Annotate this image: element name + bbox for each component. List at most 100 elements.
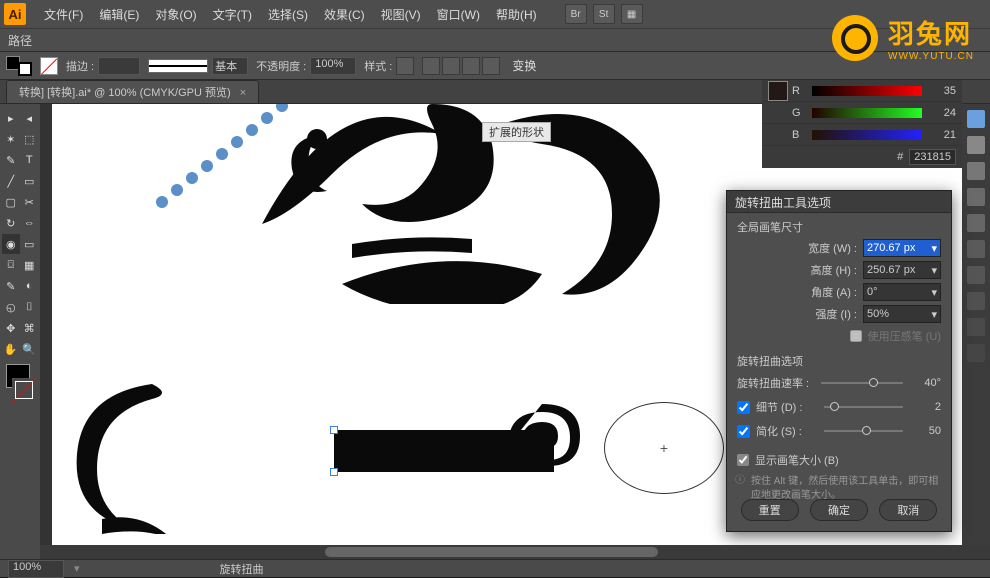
tool-pen[interactable]: ✎ — [2, 150, 20, 170]
menu-edit[interactable]: 编辑(E) — [91, 6, 147, 23]
watermark-text-en: WWW.YUTU.CN — [888, 51, 974, 62]
intensity-field[interactable]: 50%▾ — [863, 305, 941, 323]
detail-checkbox[interactable] — [737, 401, 750, 414]
menu-file[interactable]: 文件(F) — [36, 6, 91, 23]
menu-view[interactable]: 视图(V) — [373, 6, 429, 23]
r-slider[interactable] — [812, 86, 922, 96]
tool-wand[interactable]: ✶ — [2, 129, 20, 149]
fill-stroke-swatch[interactable] — [6, 56, 32, 76]
tool-scale[interactable]: ⇔ — [21, 213, 39, 233]
menu-window[interactable]: 窗口(W) — [429, 6, 488, 23]
tool-eyedropper[interactable]: ◵ — [2, 297, 20, 317]
r-value[interactable]: 35 — [928, 85, 956, 97]
detail-slider[interactable] — [824, 406, 903, 408]
hex-value[interactable]: 231815 — [909, 149, 956, 165]
fill-stroke-control[interactable] — [2, 360, 38, 404]
dock-stroke-icon[interactable] — [967, 214, 985, 232]
rate-slider[interactable] — [821, 382, 903, 384]
tool-type[interactable]: T — [21, 150, 39, 170]
document-tab[interactable]: 转换] [转换].ai* @ 100% (CMYK/GPU 预览) × — [6, 80, 259, 103]
menu-select[interactable]: 选择(S) — [260, 6, 316, 23]
tool-symbol[interactable]: ✥ — [2, 318, 20, 338]
tool-brush[interactable]: ▢ — [2, 192, 20, 212]
dock-graphic-styles-icon[interactable] — [967, 292, 985, 310]
menu-help[interactable]: 帮助(H) — [488, 6, 545, 23]
stock-icon[interactable]: St — [593, 4, 615, 24]
transform-button[interactable]: 变换 — [508, 57, 540, 74]
tool-line[interactable]: ╱ — [2, 171, 20, 191]
menu-effect[interactable]: 效果(C) — [316, 6, 373, 23]
height-field[interactable]: 250.67 px▾ — [863, 261, 941, 279]
dock-appearance-icon[interactable] — [967, 266, 985, 284]
stroke-width-field[interactable] — [98, 57, 140, 75]
angle-field[interactable]: 0°▾ — [863, 283, 941, 301]
tool-free[interactable]: ▭ — [21, 234, 39, 254]
opacity-field[interactable]: 100% — [310, 57, 356, 75]
tool-mesh[interactable]: ✎ — [2, 276, 20, 296]
tool-rotate[interactable]: ↻ — [2, 213, 20, 233]
g-label: G — [792, 107, 806, 119]
detail-value[interactable]: 2 — [909, 401, 941, 413]
color-panel-swatch[interactable] — [768, 81, 788, 101]
dock-artboards-icon[interactable] — [967, 344, 985, 362]
simplify-value[interactable]: 50 — [909, 425, 941, 437]
tool-gradient[interactable]: ◐ — [21, 276, 39, 296]
tool-graph[interactable]: ⌘ — [21, 318, 39, 338]
selected-rectangle[interactable] — [334, 430, 554, 472]
simplify-slider[interactable] — [824, 430, 903, 432]
stroke-profile-preview[interactable] — [148, 59, 208, 73]
tool-perspective[interactable]: ▦ — [21, 255, 39, 275]
tool-direct[interactable]: ◂ — [21, 108, 39, 128]
reset-button[interactable]: 重置 — [741, 499, 799, 521]
arrange-icon[interactable]: ▦ — [621, 4, 643, 24]
align-icon-2[interactable] — [442, 57, 460, 75]
watermark-text-cn: 羽兔网 — [888, 14, 974, 51]
detail-label: 细节 (D) : — [756, 399, 818, 415]
horizontal-scroll-thumb[interactable] — [325, 547, 658, 557]
b-value[interactable]: 21 — [928, 129, 956, 141]
no-fill-swatch[interactable] — [40, 57, 58, 75]
tool-selection[interactable]: ▸ — [2, 108, 20, 128]
tool-panel: ▸ ◂ ✶ ⬚ ✎ T ╱ ▭ ▢ ✂ ↻ ⇔ ◉ ▭ ⌼ ▦ ✎ ◐ ◵ ⌷ … — [0, 104, 40, 559]
hex-label: # — [897, 151, 903, 163]
tool-blend[interactable]: ⌷ — [21, 297, 39, 317]
cancel-button[interactable]: 取消 — [879, 499, 937, 521]
bridge-icon[interactable]: Br — [565, 4, 587, 24]
ok-button[interactable]: 确定 — [810, 499, 868, 521]
status-bar: 100% ▾ 旋转扭曲 — [0, 559, 990, 577]
tool-scissors[interactable]: ✂ — [21, 192, 39, 212]
dock-color-icon[interactable] — [967, 110, 985, 128]
tool-lasso[interactable]: ⬚ — [21, 129, 39, 149]
width-field[interactable]: 270.67 px▾ — [863, 239, 941, 257]
tool-hand[interactable]: ✋ — [2, 339, 20, 359]
dock-swatches-icon[interactable] — [967, 136, 985, 154]
close-tab-icon[interactable]: × — [240, 87, 246, 99]
menu-type[interactable]: 文字(T) — [205, 6, 260, 23]
g-slider[interactable] — [812, 108, 922, 118]
tool-rect[interactable]: ▭ — [21, 171, 39, 191]
g-value[interactable]: 24 — [928, 107, 956, 119]
b-slider[interactable] — [812, 130, 922, 140]
tool-twirl[interactable]: ◉ — [2, 234, 20, 254]
dock-brushes-icon[interactable] — [967, 162, 985, 180]
stroke-profile-select[interactable]: 基本 — [212, 57, 248, 75]
rate-value[interactable]: 40° — [909, 377, 941, 389]
zoom-field[interactable]: 100% — [8, 560, 64, 578]
align-icon-3[interactable] — [462, 57, 480, 75]
dialog-title: 旋转扭曲工具选项 — [727, 191, 951, 213]
align-icon-1[interactable] — [422, 57, 440, 75]
dock-transparency-icon[interactable] — [967, 318, 985, 336]
horizontal-scrollbar[interactable] — [40, 545, 990, 559]
align-icon-4[interactable] — [482, 57, 500, 75]
panel-dock-strip — [962, 104, 990, 559]
tool-zoom[interactable]: 🔍 — [21, 339, 39, 359]
menu-object[interactable]: 对象(O) — [147, 6, 204, 23]
color-panel: R 35 G 24 B 21 # 231815 — [762, 80, 962, 168]
tool-shapebuilder[interactable]: ⌼ — [2, 255, 20, 275]
dock-layers-icon[interactable] — [967, 240, 985, 258]
dock-symbols-icon[interactable] — [967, 188, 985, 206]
height-label: 高度 (H) : — [811, 262, 857, 278]
simplify-checkbox[interactable] — [737, 425, 750, 438]
style-swatch[interactable] — [396, 57, 414, 75]
showsize-checkbox[interactable] — [737, 454, 749, 466]
